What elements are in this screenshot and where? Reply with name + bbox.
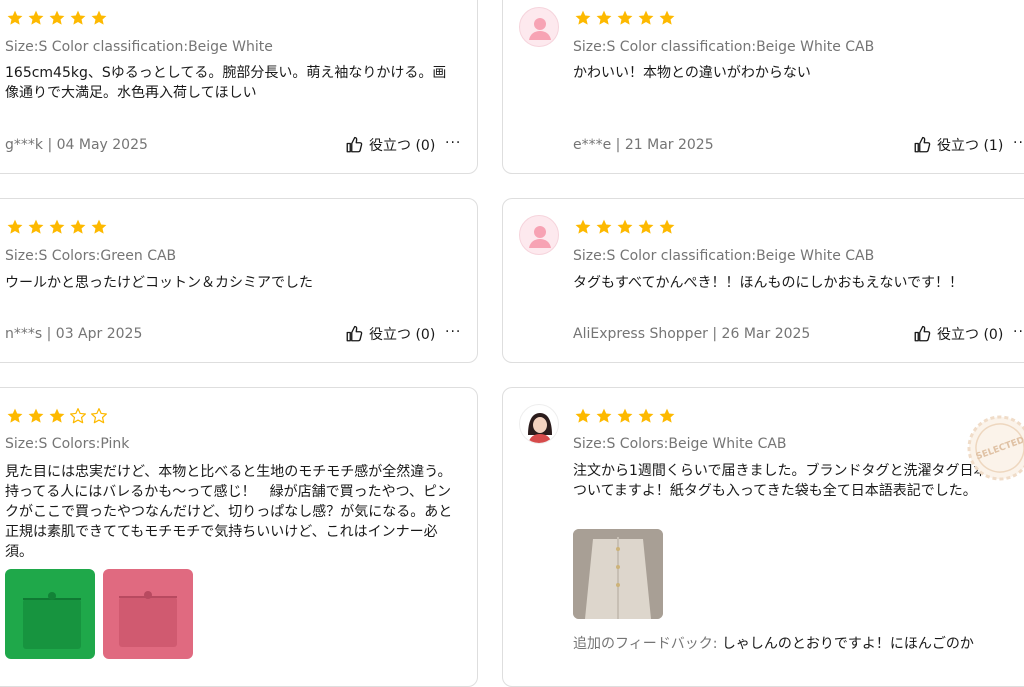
review-author-date: AliExpress Shopper | 26 Mar 2025 — [573, 326, 811, 342]
more-dots-icon[interactable]: ··· — [445, 324, 461, 340]
star-filled-icon — [617, 10, 633, 25]
star-rating — [574, 218, 676, 236]
helpful-button[interactable]: 役立つ (1) — [913, 135, 1003, 155]
review-text: ウールかと思ったけどコットン＆カシミアでした — [5, 275, 313, 291]
star-filled-icon — [617, 408, 633, 423]
star-filled-icon — [28, 10, 44, 25]
review-photo-green[interactable] — [5, 569, 95, 659]
helpful-label: 役立つ (0) — [369, 327, 436, 343]
star-filled-icon — [659, 219, 675, 234]
star-filled-icon — [638, 408, 654, 423]
star-filled-icon — [596, 10, 612, 25]
thumbs-up-icon — [346, 136, 363, 153]
more-dots-icon[interactable]: ··· — [1013, 135, 1024, 151]
star-filled-icon — [596, 219, 612, 234]
review-card: Size:S Colors:Beige White CAB 注文から1週間くらい… — [502, 387, 1024, 687]
review-card: Size:S Color classification:Beige White … — [0, 0, 478, 174]
star-filled-icon — [28, 408, 44, 423]
review-text: 見た目には忠実だけど、本物と比べると生地のモチモチ感が全然違う。持ってる人にはバ… — [5, 464, 453, 560]
star-filled-icon — [7, 10, 23, 25]
helpful-label: 役立つ (0) — [937, 327, 1004, 343]
star-filled-icon — [575, 219, 591, 234]
review-attributes: Size:S Colors:Pink — [5, 436, 130, 452]
review-text: かわいい！本物との違いがわからない — [573, 65, 811, 81]
helpful-button[interactable]: 役立つ (0) — [913, 324, 1003, 344]
review-attributes: Size:S Colors:Beige White CAB — [573, 436, 787, 452]
review-card: Size:S Color classification:Beige White … — [502, 198, 1024, 363]
star-rating — [6, 9, 108, 27]
star-filled-icon — [49, 219, 65, 234]
review-author-date: e***e | 21 Mar 2025 — [573, 137, 714, 153]
review-author-date: g***k | 04 May 2025 — [5, 137, 148, 153]
star-filled-icon — [7, 219, 23, 234]
additional-feedback: 追加のフィードバック: しゃしんのとおりですよ！にほんごのか — [573, 634, 1024, 654]
review-attributes: Size:S Color classification:Beige White — [5, 39, 273, 55]
helpful-button[interactable]: 役立つ (0) — [345, 135, 435, 155]
star-empty-icon — [69, 408, 87, 424]
star-filled-icon — [7, 408, 23, 423]
user-avatar-icon — [519, 215, 559, 255]
star-filled-icon — [575, 10, 591, 25]
star-filled-icon — [575, 408, 591, 423]
review-photo[interactable] — [573, 529, 663, 619]
additional-feedback-label: 追加のフィードバック: — [573, 636, 718, 652]
thumbs-up-icon — [914, 136, 931, 153]
review-card: Size:S Colors:Pink 見た目には忠実だけど、本物と比べると生地の… — [0, 387, 478, 687]
review-attributes: Size:S Color classification:Beige White … — [573, 248, 875, 264]
helpful-label: 役立つ (0) — [369, 138, 436, 154]
review-attributes: Size:S Colors:Green CAB — [5, 248, 177, 264]
helpful-button[interactable]: 役立つ (0) — [345, 324, 435, 344]
star-filled-icon — [638, 10, 654, 25]
selected-stamp-icon: SELECTED — [965, 413, 1024, 487]
review-text: 注文から1週間くらいで届きました。ブランドタグと洗濯タグ日本語でついてますよ！紙… — [573, 463, 1016, 499]
review-attributes: Size:S Color classification:Beige White … — [573, 39, 875, 55]
review-text: 165cm45kg、Sゆるっとしてる。腕部分長い。萌え袖なりかける。画像通りで大… — [5, 65, 447, 101]
review-text: タグもすべてかんぺき！！ほんものにしかおもえないです！！ — [573, 275, 964, 291]
review-card: Size:S Colors:Green CAB ウールかと思ったけどコットン＆カ… — [0, 198, 478, 363]
more-dots-icon[interactable]: ··· — [445, 135, 461, 151]
star-filled-icon — [659, 408, 675, 423]
review-card: Size:S Color classification:Beige White … — [502, 0, 1024, 174]
star-rating — [574, 407, 676, 425]
star-filled-icon — [638, 219, 654, 234]
star-rating — [6, 218, 108, 236]
star-filled-icon — [28, 219, 44, 234]
star-filled-icon — [91, 219, 107, 234]
additional-feedback-text: しゃしんのとおりですよ！にほんごのか — [721, 636, 974, 652]
review-author-date: n***s | 03 Apr 2025 — [5, 326, 143, 342]
star-filled-icon — [617, 219, 633, 234]
more-dots-icon[interactable]: ··· — [1013, 324, 1024, 340]
user-avatar-icon — [519, 7, 559, 47]
star-filled-icon — [659, 10, 675, 25]
star-filled-icon — [49, 10, 65, 25]
star-filled-icon — [91, 10, 107, 25]
star-filled-icon — [70, 10, 86, 25]
star-filled-icon — [49, 408, 65, 423]
star-rating — [6, 407, 108, 425]
star-rating — [574, 9, 676, 27]
star-empty-icon — [90, 408, 108, 424]
thumbs-up-icon — [346, 325, 363, 342]
review-photo-pink[interactable] — [103, 569, 193, 659]
star-filled-icon — [596, 408, 612, 423]
user-avatar-icon — [519, 404, 559, 444]
thumbs-up-icon — [914, 325, 931, 342]
star-filled-icon — [70, 219, 86, 234]
helpful-label: 役立つ (1) — [937, 138, 1004, 154]
